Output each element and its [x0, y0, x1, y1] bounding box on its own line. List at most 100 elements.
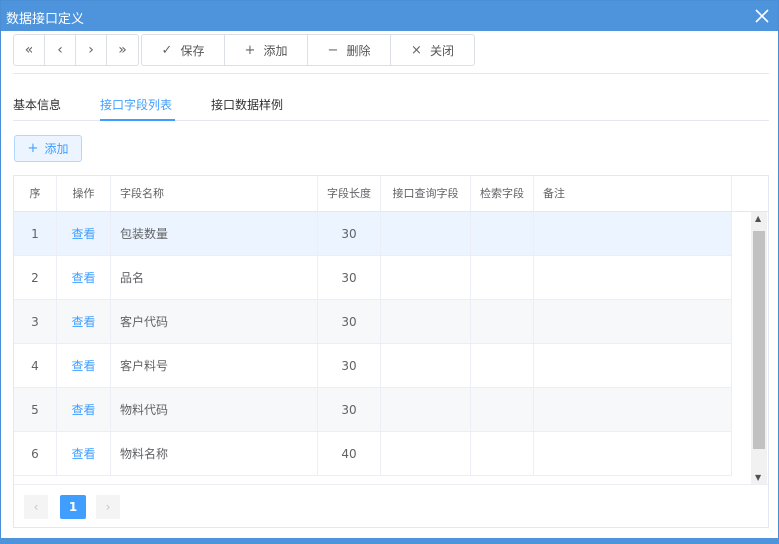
cell-search-field	[471, 300, 534, 344]
dialog-window: 数据接口定义 « ‹ › » ✓ 保存 + 添加 − 删除 × 关闭 基本信息 接口字段列表 接口数…	[0, 0, 779, 544]
cell-query-field	[381, 256, 471, 300]
save-label: 保存	[180, 43, 205, 58]
table-row[interactable]: 3 查看 客户代码 30	[14, 300, 732, 344]
toolbar-divider	[13, 73, 769, 74]
plus-icon: +	[27, 141, 39, 156]
tab-field-list[interactable]: 接口字段列表	[100, 96, 172, 113]
double-chevron-right-icon: »	[118, 42, 127, 58]
cell-remark	[534, 212, 732, 256]
cell-index: 2	[14, 256, 57, 300]
vertical-scrollbar[interactable]: ▲ ▼	[751, 212, 767, 484]
cell-field-name: 物料代码	[111, 388, 318, 432]
view-link[interactable]: 查看	[57, 300, 111, 344]
active-tab-indicator	[100, 119, 175, 121]
table-row[interactable]: 5 查看 物料代码 30	[14, 388, 732, 432]
view-link[interactable]: 查看	[57, 212, 111, 256]
scroll-up-icon[interactable]: ▲	[755, 214, 761, 223]
chevron-right-icon: ›	[88, 42, 94, 58]
col-action-header: 操作	[57, 176, 111, 211]
view-link[interactable]: 查看	[57, 388, 111, 432]
plus-icon: +	[244, 42, 256, 58]
cell-query-field	[381, 300, 471, 344]
col-field-name-header: 字段名称	[111, 176, 318, 211]
window-title: 数据接口定义	[6, 12, 85, 27]
delete-button[interactable]: − 删除	[308, 35, 391, 65]
cell-index: 6	[14, 432, 57, 476]
window-close-icon[interactable]	[752, 6, 772, 26]
title-bar: 数据接口定义	[1, 1, 778, 31]
current-page-number[interactable]: 1	[60, 495, 86, 519]
cell-field-name: 包装数量	[111, 212, 318, 256]
cell-query-field	[381, 432, 471, 476]
cell-remark	[534, 432, 732, 476]
pagination: ‹ 1 ›	[14, 484, 768, 527]
cell-field-name: 品名	[111, 256, 318, 300]
nav-button-group: « ‹ › »	[13, 34, 139, 66]
cell-length: 30	[318, 344, 381, 388]
table-row[interactable]: 6 查看 物料名称 40	[14, 432, 732, 476]
close-icon: ×	[411, 42, 422, 58]
prev-button[interactable]: ‹	[45, 35, 76, 65]
tab-data-sample[interactable]: 接口数据样例	[211, 96, 283, 113]
view-link[interactable]: 查看	[57, 256, 111, 300]
cell-search-field	[471, 388, 534, 432]
last-page-button[interactable]: »	[107, 35, 138, 65]
cell-search-field	[471, 432, 534, 476]
close-label: 关闭	[429, 43, 454, 58]
action-button-group: ✓ 保存 + 添加 − 删除 × 关闭	[141, 34, 475, 66]
check-icon: ✓	[161, 42, 173, 58]
toolbar: « ‹ › » ✓ 保存 + 添加 − 删除 × 关闭	[13, 34, 475, 66]
cell-query-field	[381, 388, 471, 432]
cell-length: 40	[318, 432, 381, 476]
add-field-label: 添加	[44, 142, 69, 156]
window-bottom-border	[0, 538, 779, 544]
chevron-left-icon: ‹	[33, 500, 39, 514]
delete-label: 删除	[346, 43, 371, 58]
cell-length: 30	[318, 388, 381, 432]
col-length-header: 字段长度	[318, 176, 381, 211]
table-body: 1 查看 包装数量 30 2 查看 品名 30 3 查看 客户代码 30 4 查看 客户料号 30 5 查看 物料代…	[14, 212, 732, 484]
cell-field-name: 物料名称	[111, 432, 318, 476]
table-header: 序 操作 字段名称 字段长度 接口查询字段 检索字段 备注	[14, 176, 768, 212]
view-link[interactable]: 查看	[57, 432, 111, 476]
add-button[interactable]: + 添加	[225, 35, 308, 65]
cell-remark	[534, 388, 732, 432]
col-remark-header: 备注	[534, 176, 732, 211]
add-label: 添加	[263, 43, 288, 58]
cell-remark	[534, 344, 732, 388]
next-button[interactable]: ›	[76, 35, 107, 65]
cell-remark	[534, 300, 732, 344]
cell-length: 30	[318, 212, 381, 256]
cell-query-field	[381, 344, 471, 388]
cell-index: 5	[14, 388, 57, 432]
cell-search-field	[471, 212, 534, 256]
first-page-button[interactable]: «	[14, 35, 45, 65]
col-index-header: 序	[14, 176, 57, 211]
cell-remark	[534, 256, 732, 300]
prev-page-button[interactable]: ‹	[24, 495, 48, 519]
minus-icon: −	[327, 42, 339, 58]
chevron-right-icon: ›	[105, 500, 111, 514]
col-search-field-header: 检索字段	[471, 176, 534, 211]
table-row[interactable]: 2 查看 品名 30	[14, 256, 732, 300]
cell-field-name: 客户料号	[111, 344, 318, 388]
table-row[interactable]: 4 查看 客户料号 30	[14, 344, 732, 388]
cell-search-field	[471, 256, 534, 300]
save-button[interactable]: ✓ 保存	[142, 35, 225, 65]
tab-basic-info[interactable]: 基本信息	[13, 96, 61, 113]
add-field-button[interactable]: + 添加	[14, 135, 82, 162]
cell-field-name: 客户代码	[111, 300, 318, 344]
table-row[interactable]: 1 查看 包装数量 30	[14, 212, 732, 256]
cell-search-field	[471, 344, 534, 388]
scrollbar-thumb[interactable]	[753, 231, 765, 449]
close-button[interactable]: × 关闭	[391, 35, 474, 65]
view-link[interactable]: 查看	[57, 344, 111, 388]
chevron-left-icon: ‹	[57, 42, 63, 58]
cell-query-field	[381, 212, 471, 256]
tab-bar: 基本信息 接口字段列表 接口数据样例	[13, 89, 769, 121]
col-query-field-header: 接口查询字段	[381, 176, 471, 211]
scroll-down-icon[interactable]: ▼	[755, 473, 761, 482]
next-page-button[interactable]: ›	[96, 495, 120, 519]
cell-index: 4	[14, 344, 57, 388]
cell-length: 30	[318, 256, 381, 300]
